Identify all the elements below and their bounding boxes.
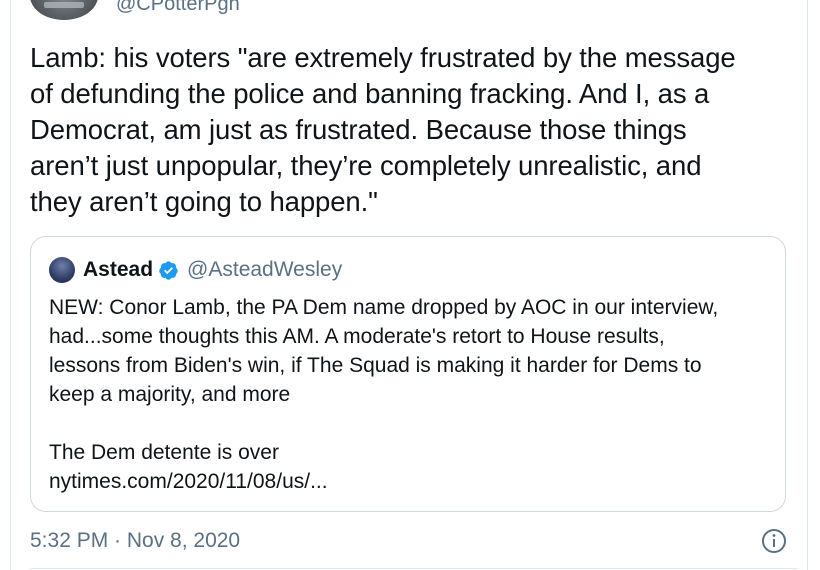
tweet-text: Lamb: his voters "are extremely frustrat… xyxy=(30,42,736,217)
quoted-author-handle: @AsteadWesley xyxy=(187,258,343,281)
quoted-tweet-header: Astead @AsteadWesley xyxy=(49,255,767,285)
tweet-header: @CPotterPgh xyxy=(30,0,240,20)
info-icon[interactable] xyxy=(760,527,788,555)
author-handle[interactable]: @CPotterPgh xyxy=(116,0,240,20)
quoted-author-name: Astead xyxy=(83,258,154,281)
tweet-footer: 5:32 PM · Nov 8, 2020 xyxy=(30,526,790,556)
tweet-card: @CPotterPgh Lamb: his voters "are extrem… xyxy=(0,0,820,570)
verified-badge-icon xyxy=(159,260,178,280)
quoted-tweet[interactable]: Astead @AsteadWesley NEW: Conor Lamb, th… xyxy=(30,236,786,512)
author-avatar[interactable] xyxy=(30,0,98,20)
quoted-author-avatar xyxy=(49,257,75,283)
divider xyxy=(30,568,798,569)
tweet-timestamp[interactable]: 5:32 PM · Nov 8, 2020 xyxy=(30,529,240,553)
quoted-tweet-text: NEW: Conor Lamb, the PA Dem name dropped… xyxy=(49,296,719,493)
